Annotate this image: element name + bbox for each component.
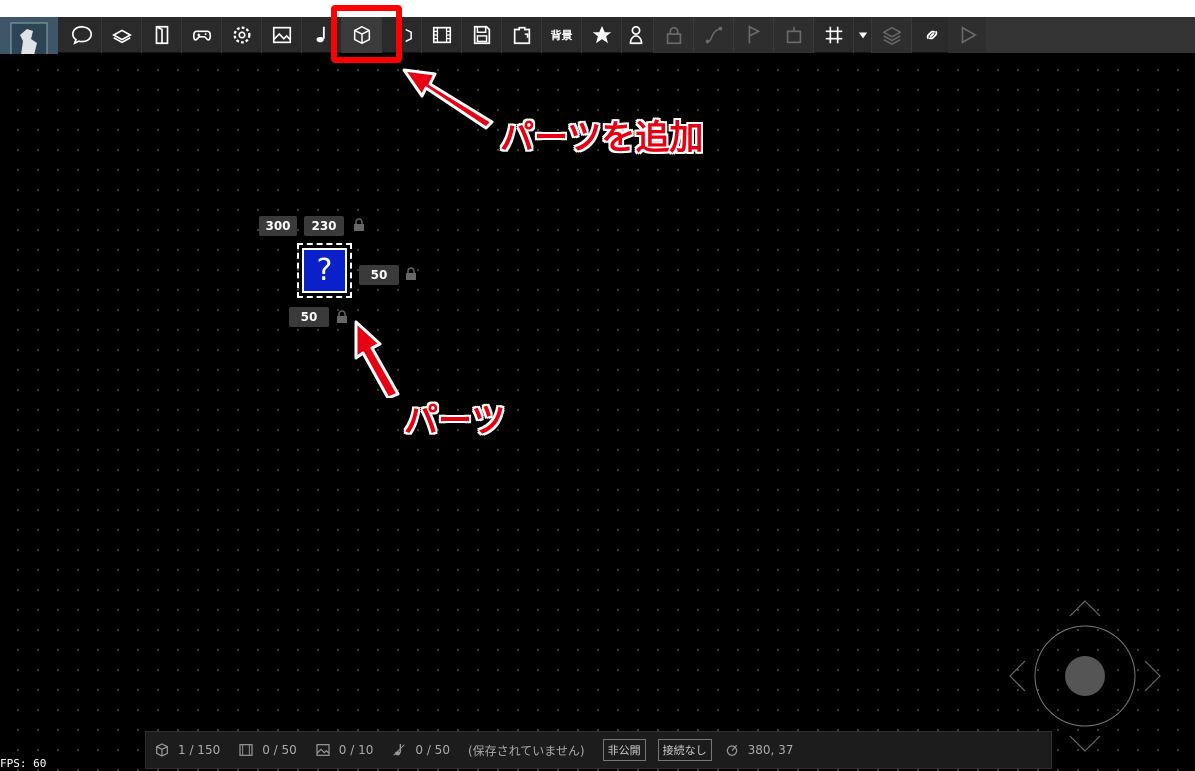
fps-counter: FPS: 60: [0, 757, 47, 770]
annotation-parts: パーツ: [404, 401, 506, 441]
cursor-position: 380, 37: [747, 743, 794, 757]
image-icon: [316, 744, 330, 756]
robot-icon[interactable]: [774, 17, 814, 53]
layers-icon[interactable]: [872, 17, 912, 53]
play-icon[interactable]: [948, 17, 988, 53]
background-button[interactable]: 背景: [542, 17, 582, 53]
book-stack-icon[interactable]: [102, 17, 142, 53]
save-icon[interactable]: [462, 17, 502, 53]
status-frames: 0 / 50: [238, 742, 297, 758]
lock-icon[interactable]: [405, 267, 417, 281]
connection-badge[interactable]: 接続なし: [657, 739, 712, 761]
lock-icon[interactable]: [353, 218, 365, 232]
gear-icon[interactable]: [222, 17, 262, 53]
target-icon: [726, 744, 737, 756]
cube-icon: [156, 743, 168, 757]
status-bar: 1 / 150 0 / 50 0 / 10 0 / 50 (保存されていません)…: [145, 731, 1052, 769]
highlight-box: [331, 5, 402, 63]
sounds-count: 0 / 50: [415, 743, 450, 757]
star-icon[interactable]: [582, 17, 622, 53]
arrow-annotation-2: [354, 320, 400, 398]
part-width-field[interactable]: 50: [359, 265, 399, 285]
frames-count: 0 / 50: [262, 743, 297, 757]
parts-count: 1 / 150: [178, 743, 221, 757]
link-icon[interactable]: [912, 17, 952, 53]
film-icon[interactable]: [422, 17, 462, 53]
person-icon[interactable]: [618, 17, 654, 53]
flag-icon[interactable]: [734, 17, 774, 53]
status-images: 0 / 10: [315, 742, 374, 758]
door-icon[interactable]: [142, 17, 182, 53]
dropdown-icon[interactable]: [854, 17, 872, 53]
status-sounds: 0 / 50: [391, 742, 450, 758]
visibility-badge[interactable]: 非公開: [602, 739, 646, 761]
part-height-field[interactable]: 50: [289, 307, 329, 327]
toolbar: 背景: [0, 17, 1195, 65]
toolbar-empty-area: [986, 17, 1195, 53]
save-state: (保存されていません): [467, 743, 585, 758]
lock-icon[interactable]: [336, 310, 348, 324]
path-icon[interactable]: [694, 17, 734, 53]
film-icon: [239, 744, 253, 756]
arrow-annotation-1: [402, 68, 494, 130]
editor-canvas[interactable]: 300 230 ? 50 50: [0, 54, 1195, 771]
part-x-field[interactable]: 300: [259, 216, 297, 236]
status-parts: 1 / 150: [154, 742, 220, 758]
part-y-field[interactable]: 230: [304, 216, 344, 236]
window-top-strip: [0, 0, 1195, 17]
background-label: 背景: [550, 29, 573, 42]
annotation-add-parts: パーツを追加: [500, 118, 704, 158]
speech-bubble-icon[interactable]: [62, 17, 102, 53]
lock-icon[interactable]: [654, 17, 694, 53]
grid-icon[interactable]: [814, 17, 854, 53]
image-icon[interactable]: [262, 17, 302, 53]
status-cursor: 380, 37: [724, 742, 794, 758]
export-icon[interactable]: [502, 17, 542, 53]
question-block: ?: [302, 248, 347, 293]
part-block[interactable]: ?: [297, 243, 352, 298]
gamepad-icon[interactable]: [182, 17, 222, 53]
images-count: 0 / 10: [338, 743, 374, 757]
question-mark: ?: [316, 253, 333, 288]
sound-icon: [393, 744, 406, 756]
